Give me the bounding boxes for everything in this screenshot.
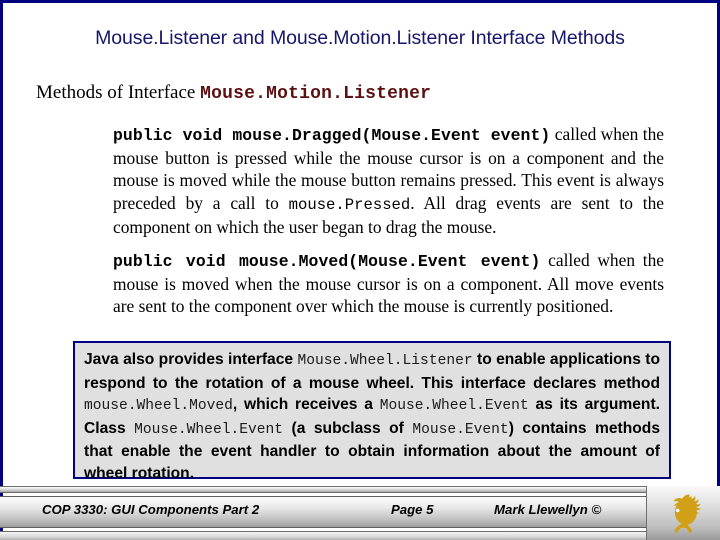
callout-code-mouse-event: Mouse.Event xyxy=(412,421,509,438)
footer-course-label: COP 3330: GUI Components Part 2 xyxy=(42,502,260,517)
callout-box-mouse-wheel-listener: Java also provides interface Mouse.Wheel… xyxy=(73,341,671,482)
subtitle-prefix: Methods of Interface xyxy=(36,82,201,103)
footer-page-number: Page 5 xyxy=(391,502,434,517)
ucf-pegasus-logo-icon xyxy=(673,494,701,533)
subtitle-interface-name: Mouse.Motion.Listener xyxy=(200,84,432,104)
callout-segment-1: Java also provides interface xyxy=(84,351,298,368)
paragraph-mouse-moved: public void mouse.Moved(Mouse.Event even… xyxy=(113,249,664,318)
paragraph-mouse-dragged: public void mouse.Dragged(Mouse.Event ev… xyxy=(113,123,664,238)
subtitle: Methods of Interface Mouse.Motion.Listen… xyxy=(36,82,431,104)
callout-code-mouse-wheel-moved: mouse.Wheel.Moved xyxy=(84,398,233,415)
method-signature-mouse-moved: public void mouse.Moved(Mouse.Event even… xyxy=(113,252,541,271)
footer-author-label: Mark Llewellyn © xyxy=(494,502,602,517)
slide: Mouse.Listener and Mouse.Motion.Listener… xyxy=(0,0,720,540)
page-title: Mouse.Listener and Mouse.Motion.Listener… xyxy=(95,27,625,49)
footer: COP 3330: GUI Components Part 2 Page 5 M… xyxy=(0,486,720,540)
callout-segment-3: , which receives a xyxy=(232,396,380,414)
inline-code-mouse-pressed: mouse.Pressed xyxy=(288,195,411,214)
callout-text: Java also provides interface Mouse.Wheel… xyxy=(84,349,660,485)
method-signature-mouse-dragged: public void mouse.Dragged(Mouse.Event ev… xyxy=(113,126,551,145)
callout-code-mouse-wheel-event-2: Mouse.Wheel.Event xyxy=(134,421,284,438)
callout-code-mouse-wheel-event-1: Mouse.Wheel.Event xyxy=(379,398,529,415)
callout-code-mouse-wheel-listener: Mouse.Wheel.Listener xyxy=(297,353,473,369)
callout-segment-5: (a subclass of xyxy=(283,419,413,437)
ucf-pegasus-logo-plate xyxy=(646,486,720,540)
footer-divider-top xyxy=(0,486,720,493)
footer-divider-bottom xyxy=(0,531,720,540)
